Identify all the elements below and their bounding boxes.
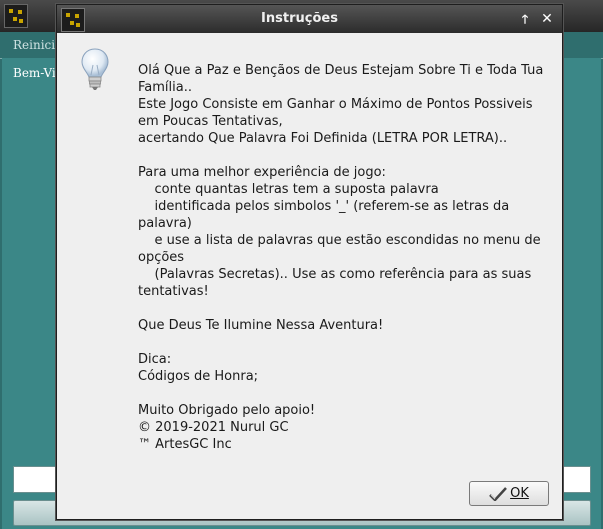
maximize-icon[interactable]: 🡑 [516, 10, 534, 28]
message-line: e use a lista de palavras que estão esco… [138, 233, 545, 265]
message-line: acertando Que Palavra Foi Definida (LETR… [138, 131, 508, 146]
ok-button-label: OK [510, 486, 529, 501]
instructions-message: Olá Que a Paz e Bençãos de Deus Estejam … [138, 62, 548, 453]
message-line: ™ ArtesGC Inc [138, 437, 232, 452]
message-line: Códigos de Honra; [138, 369, 259, 384]
dialog-title: Instruções [261, 11, 338, 26]
menu-item-reinicia[interactable]: Reinicia [13, 38, 62, 52]
message-line: Muito Obrigado pelo apoio! [138, 403, 316, 418]
message-line: Dica: [138, 352, 172, 367]
message-line: (Palavras Secretas).. Use as como referê… [138, 267, 536, 299]
message-line: Olá Que a Paz e Bençãos de Deus Estejam … [138, 63, 548, 95]
lightbulb-icon [81, 48, 109, 90]
checkmark-icon [489, 486, 508, 501]
message-line: Este Jogo Consiste em Ganhar o Máximo de… [138, 97, 537, 129]
instructions-dialog: Instruções 🡑 ✕ Olá Que a Paz e Bençãos d… [56, 4, 563, 520]
message-line [138, 300, 548, 317]
welcome-label: Bem-Vi [13, 66, 56, 80]
message-line: Para uma melhor experiência de jogo: [138, 165, 386, 180]
message-line: © 2019-2021 Nurul GC [138, 420, 289, 435]
ok-button[interactable]: OK [469, 481, 549, 506]
message-line [138, 334, 548, 351]
message-line [138, 147, 548, 164]
dialog-titlebar[interactable]: Instruções 🡑 ✕ [57, 5, 562, 33]
message-line: Que Deus Te Ilumine Nessa Aventura! [138, 318, 384, 333]
app-logo-icon [4, 4, 28, 28]
message-line: identificada pelos simbolos '_' (referem… [138, 199, 514, 231]
message-line [138, 385, 548, 402]
close-icon[interactable]: ✕ [538, 10, 556, 28]
message-line: conte quantas letras tem a suposta palav… [138, 182, 439, 197]
